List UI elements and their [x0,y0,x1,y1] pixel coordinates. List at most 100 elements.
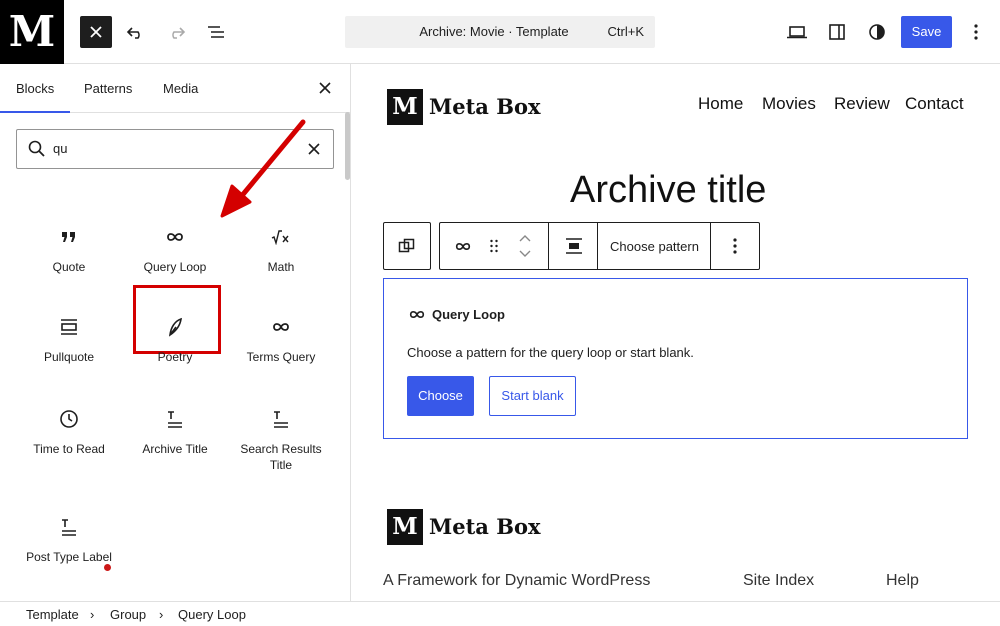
breadcrumb-group[interactable]: Group [110,602,146,626]
pullquote-icon [61,319,77,335]
block-label: Poetry [157,350,193,364]
archive-title-block[interactable]: Archive title [570,169,766,212]
editor-header: M Archive: Movie · Template Ctrl+K Save [0,0,1000,64]
block-item-pullquote[interactable]: Pullquote [16,315,122,365]
block-label: Quote [52,260,86,274]
list-view-icon [208,26,224,38]
close-inserter-button[interactable] [80,16,112,48]
query-loop-placeholder[interactable]: Query Loop Choose a pattern for the quer… [383,278,968,439]
block-toolbar: Choose pattern [439,222,760,270]
loop-icon [167,233,183,241]
block-item-time-to-read[interactable]: Time to Read [16,407,122,457]
close-panel-button[interactable] [313,76,337,100]
block-item-quote[interactable]: Quote [16,225,122,275]
placeholder-label: Query Loop [408,307,505,322]
close-icon [319,82,331,94]
title-icon [62,519,76,536]
site-title[interactable]: Meta Box [429,89,541,125]
save-button[interactable]: Save [901,16,952,48]
options-button[interactable] [960,16,992,48]
block-item-archive-title[interactable]: Archive Title [122,407,228,457]
nav-link-review[interactable]: Review [834,94,890,114]
chevron-up-down-icon [519,235,531,257]
block-item-query-loop[interactable]: Query Loop [122,225,228,275]
site-logo-button[interactable]: M [0,0,64,64]
tab-blocks[interactable]: Blocks [0,64,71,113]
shortcut-hint: Ctrl+K [607,24,644,39]
feather-icon [168,317,182,337]
block-item-search-results-title[interactable]: Search Results Title [228,407,334,473]
nav-link-contact[interactable]: Contact [905,94,964,114]
move-up-down-buttons[interactable] [510,223,540,269]
block-label: Archive Title [142,442,208,456]
nav-link-home[interactable]: Home [698,94,743,114]
tab-media[interactable]: Media [147,64,214,113]
undo-button[interactable] [120,16,152,48]
quote-icon [62,232,75,242]
close-icon [90,26,102,38]
footer-tagline: A Framework for Dynamic WordPress [383,572,651,589]
parent-block-selector[interactable] [383,222,431,270]
block-label: Post Type Label [26,550,112,564]
device-preview-button[interactable] [781,16,813,48]
loop-icon [455,242,471,250]
styles-button[interactable] [861,16,893,48]
align-wide-icon [565,238,582,254]
drag-handle-icon [490,239,498,253]
block-label: Terms Query [246,350,316,364]
block-item-terms-query[interactable]: Terms Query [228,315,334,365]
block-search-input[interactable]: qu [16,129,334,169]
block-label: Time to Read [33,442,105,456]
block-item-poetry[interactable]: Poetry [122,315,228,365]
align-button[interactable] [549,223,598,269]
block-item-math[interactable]: Math [228,225,334,275]
settings-sidebar-button[interactable] [821,16,853,48]
drag-handle[interactable] [484,223,504,269]
breadcrumb-separator-icon: › [159,607,164,622]
site-logo[interactable]: M [387,89,423,125]
new-indicator-dot [104,564,111,571]
footer-site-title[interactable]: Meta Box [429,509,541,545]
loop-icon [273,323,289,331]
choose-pattern-button[interactable]: Choose pattern [598,223,711,269]
block-breadcrumb: Template › Group › Query Loop [0,601,1000,626]
placeholder-title: Query Loop [432,307,505,322]
more-options-icon [733,238,737,254]
block-inserter-panel: Blocks Patterns Media qu Quote Query Loo… [0,64,351,601]
nav-link-movies[interactable]: Movies [762,94,816,114]
block-label: Search Results Title [240,442,322,472]
footer-link-site-index[interactable]: Site Index [743,572,814,590]
redo-icon [172,27,186,39]
editor-canvas[interactable]: M Meta Box Home Movies Review Contact Ar… [351,64,1000,601]
block-label: Math [267,260,295,274]
block-label: Query Loop [143,260,207,274]
footer-site-logo[interactable]: M [387,509,423,545]
clear-search-icon[interactable] [304,139,324,159]
template-title: Archive: Movie · Template [419,24,569,39]
document-overview-button[interactable] [200,16,232,48]
clock-icon [60,410,78,428]
search-icon [28,140,45,157]
breadcrumb-query-loop: Query Loop [178,607,246,622]
tab-patterns[interactable]: Patterns [68,64,148,113]
undo-icon [126,27,140,39]
breadcrumb-template[interactable]: Template [26,602,79,626]
inserter-tabs: Blocks Patterns Media [0,64,350,113]
block-type-button[interactable] [440,223,486,269]
group-icon [398,238,415,253]
footer-link-help[interactable]: Help [886,572,919,590]
block-item-post-type-label[interactable]: Post Type Label [16,515,122,565]
choose-button[interactable]: Choose [407,376,474,416]
panel-scrollbar[interactable] [345,112,350,180]
command-palette-bar[interactable]: Archive: Movie · Template Ctrl+K [345,16,655,48]
block-label: Pullquote [43,350,95,364]
redo-button[interactable] [160,16,192,48]
more-options-icon [974,24,978,40]
desktop-view-icon [787,26,807,39]
start-blank-button[interactable]: Start blank [489,376,576,416]
math-icon [271,230,289,245]
breadcrumb-separator-icon: › [90,607,95,622]
block-options-button[interactable] [711,223,759,269]
search-value: qu [53,141,68,156]
title-icon [274,411,288,428]
